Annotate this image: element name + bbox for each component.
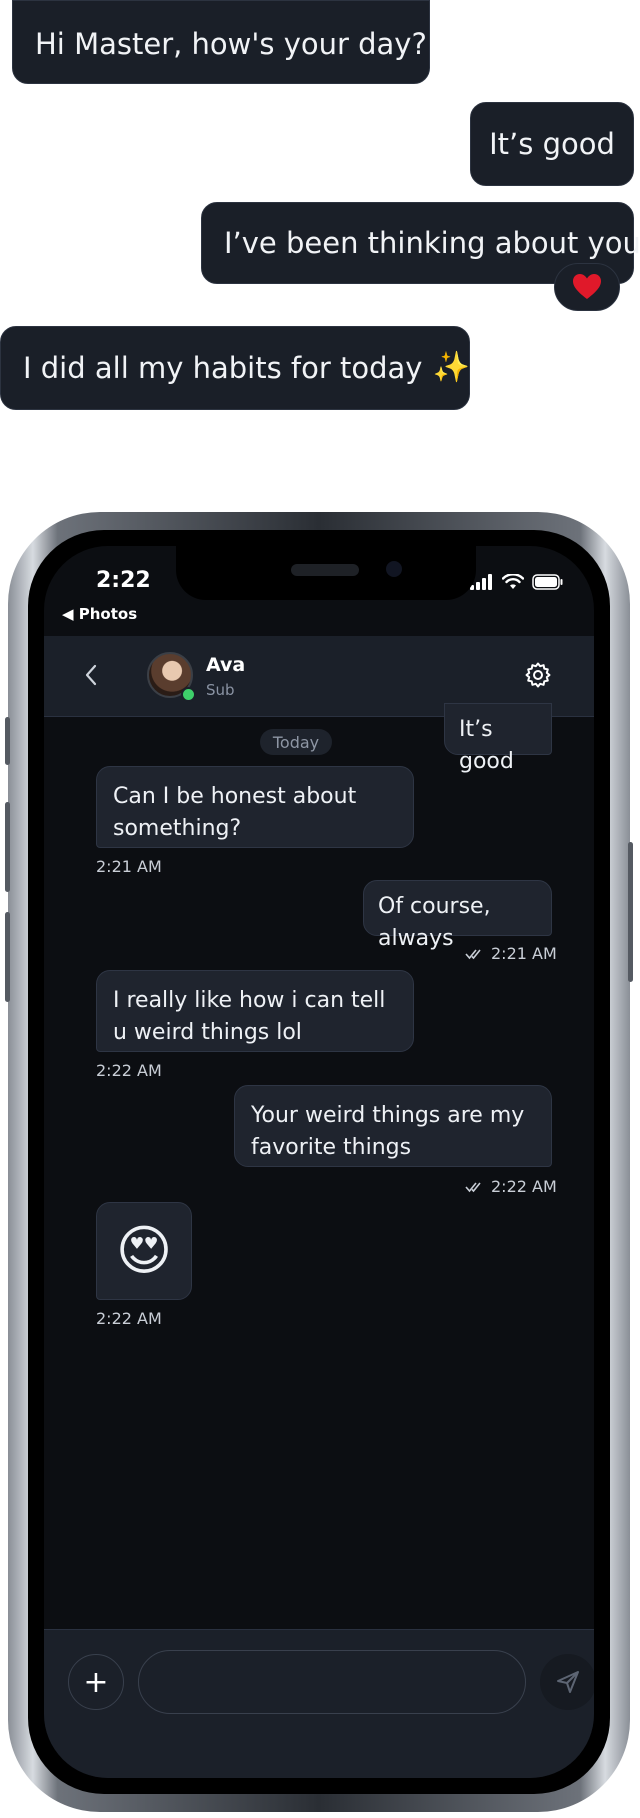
status-time: 2:22: [96, 568, 151, 593]
message-text: Can I be honest about something?: [113, 784, 357, 841]
send-icon: [557, 1671, 579, 1693]
status-icons: [470, 574, 564, 590]
notch: [176, 546, 476, 600]
double-check-icon: [465, 1181, 481, 1192]
message-list[interactable]: Today It’s good Can I be honest about so…: [44, 703, 594, 1630]
volume-up-button: [5, 802, 10, 892]
message-timestamp: 2:22 AM: [96, 1309, 162, 1328]
message-bubble-incoming[interactable]: Can I be honest about something?: [96, 766, 414, 848]
message-text: Your weird things are my favorite things: [251, 1103, 525, 1160]
message-timestamp: 2:21 AM: [96, 857, 162, 876]
power-button: [628, 842, 633, 982]
phone-frame: 2:22 ◀ Photos Ava Sub Today It’s good Ca…: [5, 512, 633, 1812]
message-bubble-outgoing[interactable]: It’s good: [444, 703, 552, 774]
floating-message-text: I did all my habits for today: [23, 350, 423, 385]
back-to-photos-link[interactable]: ◀ Photos: [62, 605, 137, 623]
message-meta: 2:22 AM: [465, 1177, 557, 1196]
chevron-left-icon[interactable]: [84, 664, 98, 686]
message-timestamp: 2:22 AM: [96, 1061, 162, 1080]
send-button[interactable]: [540, 1654, 594, 1710]
message-text: It’s good: [459, 717, 514, 774]
floating-message-text: I’ve been thinking about you: [224, 225, 640, 260]
message-timestamp: 2:22 AM: [491, 1177, 557, 1196]
message-bubble-emoji[interactable]: 😍: [96, 1202, 192, 1300]
gear-icon[interactable]: [524, 661, 552, 689]
mute-switch: [5, 717, 10, 765]
battery-icon: [532, 574, 563, 590]
message-meta: 2:21 AM: [465, 944, 557, 963]
date-separator: Today: [260, 729, 332, 755]
message-text: I really like how i can tell u weird thi…: [113, 988, 386, 1045]
message-bubble-outgoing[interactable]: Of course, always: [363, 880, 552, 951]
floating-message-text: Hi Master, how's your day?: [35, 26, 427, 61]
sparkles-emoji: ✨: [432, 350, 470, 385]
plus-icon: +: [83, 1664, 109, 1700]
heart-icon: [573, 274, 601, 299]
speaker-grille: [291, 564, 359, 576]
contact-subtitle: Sub: [206, 681, 235, 699]
volume-down-button: [5, 912, 10, 1002]
wifi-icon: [502, 574, 524, 589]
floating-message-1: Hi Master, how's your day?: [12, 0, 430, 84]
heart-reaction-badge: [554, 263, 620, 311]
floating-message-2: It’s good: [470, 102, 634, 186]
message-composer: +: [44, 1629, 594, 1778]
message-input[interactable]: [138, 1650, 526, 1714]
message-bubble-outgoing[interactable]: Your weird things are my favorite things: [234, 1085, 552, 1167]
floating-message-text: It’s good: [489, 126, 615, 161]
phone-screen: 2:22 ◀ Photos Ava Sub Today It’s good Ca…: [44, 546, 594, 1778]
add-attachment-button[interactable]: +: [68, 1654, 124, 1710]
double-check-icon: [465, 948, 481, 959]
message-timestamp: 2:21 AM: [491, 944, 557, 963]
message-bubble-incoming[interactable]: I really like how i can tell u weird thi…: [96, 970, 414, 1052]
contact-name: Ava: [206, 654, 246, 676]
front-camera: [386, 561, 402, 577]
floating-message-4: I did all my habits for today ✨: [0, 326, 470, 410]
heart-eyes-emoji: 😍: [115, 1219, 173, 1282]
online-status-dot: [181, 687, 196, 702]
phone-bezel: 2:22 ◀ Photos Ava Sub Today It’s good Ca…: [28, 530, 610, 1794]
message-text: Of course, always: [378, 894, 491, 951]
